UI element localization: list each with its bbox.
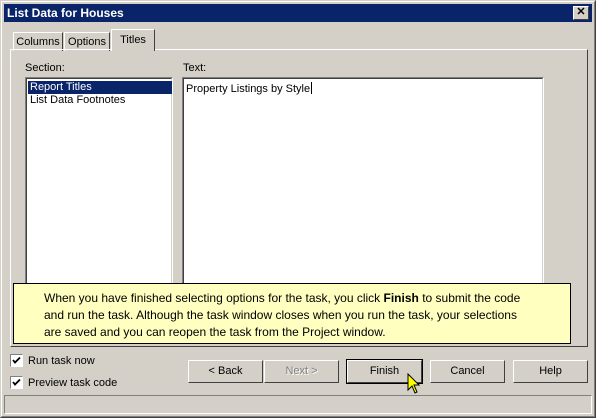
mouse-pointer-icon bbox=[407, 373, 421, 394]
text-caret bbox=[311, 82, 313, 94]
section-list-border bbox=[26, 78, 172, 286]
next-button[interactable]: Next > bbox=[264, 360, 339, 383]
text-label: Text: bbox=[183, 62, 207, 74]
checkmark-icon bbox=[12, 356, 21, 364]
preview-task-code-label: Preview task code bbox=[28, 377, 118, 389]
back-button[interactable]: < Back bbox=[188, 360, 263, 383]
title-bar[interactable]: List Data for Houses ✕ bbox=[4, 4, 592, 22]
run-task-now-checkbox[interactable] bbox=[10, 354, 23, 367]
status-bar bbox=[4, 395, 592, 414]
help-button[interactable]: Help bbox=[513, 360, 588, 383]
section-item-label: Report Titles bbox=[30, 81, 92, 93]
checkmark-icon bbox=[12, 378, 21, 386]
run-task-now-label: Run task now bbox=[28, 355, 95, 367]
tab-titles[interactable]: Titles bbox=[111, 29, 155, 51]
dialog-window: List Data for Houses ✕ Columns Options T… bbox=[0, 0, 596, 418]
tab-titles-label: Titles bbox=[120, 34, 146, 46]
tab-options-label: Options bbox=[68, 36, 106, 48]
cancel-button[interactable]: Cancel bbox=[430, 360, 505, 383]
help-note-text: When you have finished selecting options… bbox=[44, 291, 384, 305]
title-text-value: Property Listings by Style bbox=[186, 82, 313, 95]
title-text-area[interactable]: Property Listings by Style bbox=[182, 77, 544, 287]
help-note-text: to submit the code bbox=[418, 291, 521, 305]
tab-columns-label: Columns bbox=[16, 36, 60, 48]
close-icon[interactable]: ✕ bbox=[573, 6, 589, 20]
title-text-content: Property Listings by Style bbox=[186, 83, 311, 95]
help-note-line-3: are saved and you can reopen the task fr… bbox=[44, 325, 386, 339]
preview-task-code-checkbox[interactable] bbox=[10, 376, 23, 389]
help-note-line-2: and run the task. Although the task wind… bbox=[44, 308, 517, 322]
section-label: Section: bbox=[25, 62, 65, 74]
section-list[interactable]: Report Titles List Data Footnotes bbox=[25, 77, 173, 287]
help-note: When you have finished selecting options… bbox=[13, 283, 571, 344]
text-area-border bbox=[183, 78, 543, 286]
window-title: List Data for Houses bbox=[7, 6, 124, 20]
section-item-list-data-footnotes[interactable]: List Data Footnotes bbox=[28, 94, 172, 107]
section-item-report-titles[interactable]: Report Titles bbox=[28, 81, 172, 94]
help-note-line-1: When you have finished selecting options… bbox=[44, 291, 520, 305]
help-note-finish-emphasis: Finish bbox=[383, 291, 419, 305]
section-item-label: List Data Footnotes bbox=[30, 94, 126, 106]
